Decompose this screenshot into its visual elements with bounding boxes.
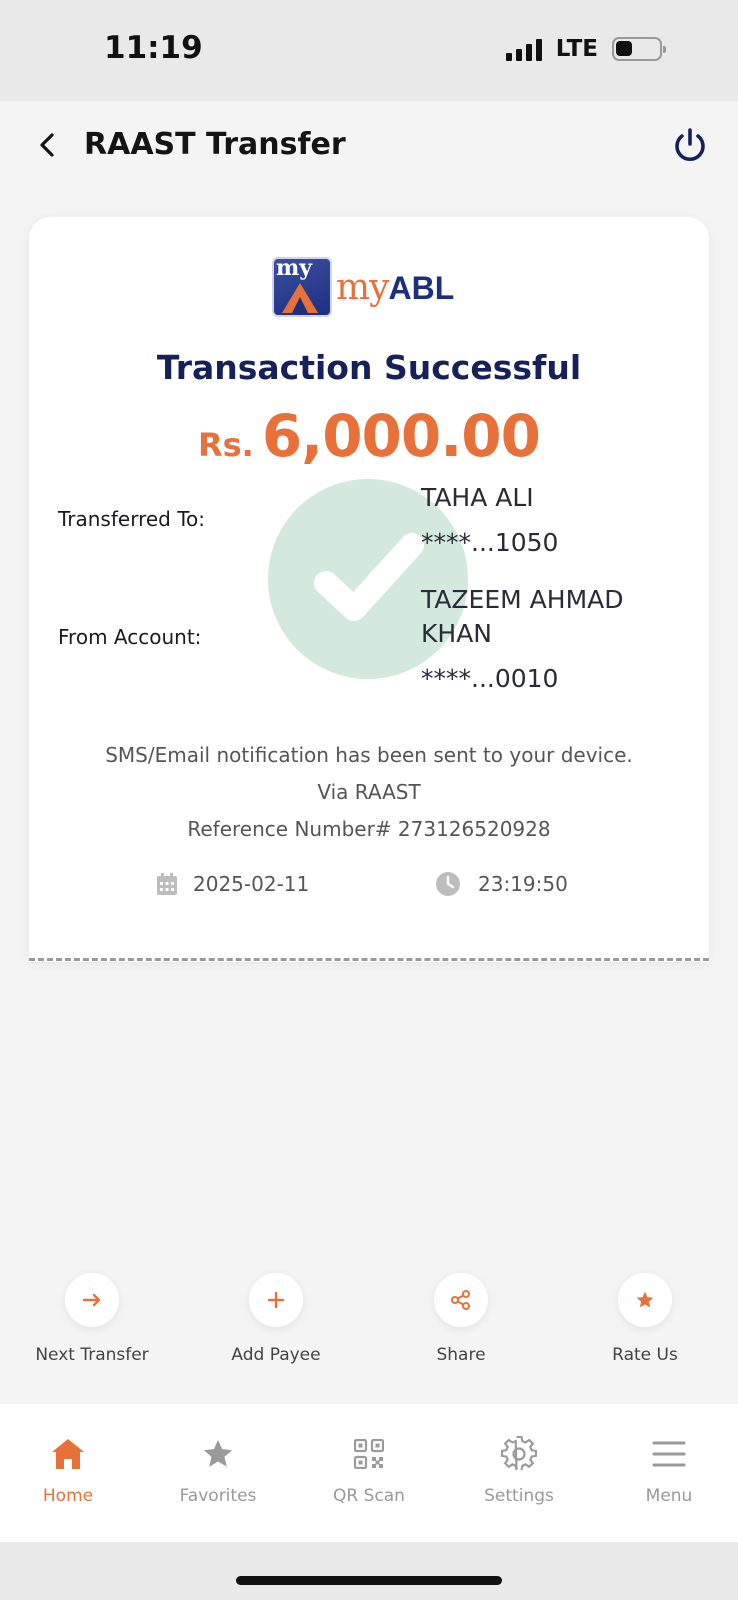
time-value: 23:19:50	[478, 872, 568, 896]
qr-icon	[309, 1434, 429, 1474]
home-indicator-area	[0, 1542, 738, 1600]
gear-icon	[459, 1434, 579, 1474]
logout-button[interactable]	[668, 123, 712, 167]
page-title: RAAST Transfer	[84, 127, 346, 162]
transferred-to-label: Transferred To:	[58, 507, 206, 531]
transferred-to-name: TAHA ALI	[421, 483, 534, 512]
receipt-card: my myABL Transaction Successful Rs. 6,000…	[29, 217, 709, 962]
notification-text: SMS/Email notification has been sent to …	[105, 743, 633, 767]
chevron-left-icon	[40, 133, 54, 157]
home-indicator[interactable]	[236, 1576, 502, 1585]
transaction-status-title: Transaction Successful	[156, 348, 582, 387]
logo-text-my: my	[336, 267, 389, 308]
signal-icon	[505, 37, 542, 61]
share-label: Share	[436, 1345, 486, 1365]
battery-icon	[612, 37, 666, 61]
reference-number: Reference Number# 273126520928	[187, 817, 551, 841]
quick-actions: Next Transfer Add Payee Share Rate Us	[0, 1273, 738, 1373]
status-time: 11:19	[104, 30, 203, 66]
star-icon	[618, 1273, 672, 1327]
plus-icon	[249, 1273, 303, 1327]
amount-currency: Rs.	[197, 426, 254, 464]
nav-menu-label: Menu	[645, 1486, 693, 1506]
rate-us-label: Rate Us	[612, 1345, 678, 1365]
status-bar: 11:19 LTE	[0, 0, 738, 101]
logo-text-abl: ABL	[388, 270, 455, 306]
arrow-right-icon	[65, 1273, 119, 1327]
share-icon	[434, 1273, 488, 1327]
add-payee-label: Add Payee	[231, 1345, 321, 1365]
nav-home-label: Home	[42, 1486, 94, 1506]
nav-settings[interactable]: Settings	[459, 1434, 579, 1506]
next-transfer-button[interactable]: Next Transfer	[17, 1273, 167, 1365]
network-type: LTE	[555, 36, 598, 62]
share-button[interactable]: Share	[386, 1273, 536, 1365]
nav-settings-label: Settings	[484, 1486, 554, 1506]
myabl-logo-mark: my	[272, 257, 332, 317]
from-account-name-line1: TAZEEM AHMAD	[421, 585, 624, 614]
star-icon	[158, 1434, 278, 1474]
rate-us-button[interactable]: Rate Us	[570, 1273, 720, 1365]
from-account-name-line2: KHAN	[421, 619, 492, 648]
hamburger-icon	[609, 1434, 729, 1474]
nav-menu[interactable]: Menu	[609, 1434, 729, 1506]
from-account-label: From Account:	[58, 625, 202, 649]
nav-favorites-label: Favorites	[179, 1486, 257, 1506]
app-header: RAAST Transfer	[0, 101, 738, 193]
myabl-logo: my myABL	[272, 257, 468, 323]
nav-favorites[interactable]: Favorites	[158, 1434, 278, 1506]
receipt-tear-line	[29, 958, 709, 962]
next-transfer-label: Next Transfer	[35, 1345, 149, 1365]
amount-value: 6,000.00	[261, 402, 541, 470]
transferred-to-account: ****...1050	[421, 528, 559, 557]
clock-icon	[436, 872, 460, 896]
transfer-channel: Via RAAST	[317, 780, 421, 804]
calendar-icon	[157, 873, 177, 895]
transaction-date: 2025-02-11	[157, 872, 309, 896]
nav-home[interactable]: Home	[8, 1434, 128, 1506]
from-account-number: ****...0010	[421, 664, 559, 693]
nav-qr-scan[interactable]: QR Scan	[309, 1434, 429, 1506]
transaction-time: 23:19:50	[436, 872, 568, 896]
back-button[interactable]	[28, 125, 68, 165]
date-value: 2025-02-11	[193, 872, 310, 896]
nav-qr-scan-label: QR Scan	[333, 1486, 405, 1506]
bottom-navigation: Home Favorites QR Scan Settings Menu	[0, 1404, 738, 1542]
power-icon	[675, 128, 705, 162]
add-payee-button[interactable]: Add Payee	[201, 1273, 351, 1365]
status-indicators: LTE	[505, 36, 666, 62]
amount: Rs. 6,000.00	[29, 402, 709, 470]
home-icon	[8, 1434, 128, 1474]
